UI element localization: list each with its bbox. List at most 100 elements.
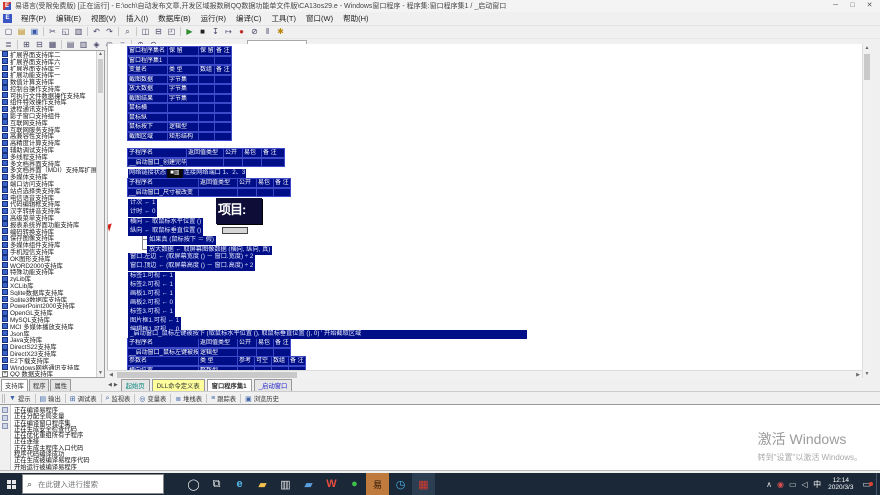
table-cell[interactable]: __启动窗口_创建完毕: [127, 158, 187, 168]
sidebar-item-library[interactable]: XCLib库: [0, 282, 104, 289]
wps-icon[interactable]: W: [320, 473, 343, 495]
scroll-down-icon[interactable]: ▼: [863, 370, 871, 378]
sidebar-item-library[interactable]: 互联网服务支持库: [0, 126, 104, 133]
bookmark-icon[interactable]: ◈: [90, 39, 103, 50]
sidebar-item-library[interactable]: Sqlite3数据库支持库: [0, 296, 104, 303]
minimize-button[interactable]: ─: [827, 0, 844, 11]
table-cell[interactable]: 返回值类型: [198, 338, 238, 348]
code-line[interactable]: 如果真 (鼠标按下 ＝ 假): [147, 236, 216, 245]
table-cell[interactable]: 备 注: [214, 65, 232, 75]
sidebar-item-library[interactable]: 扩展界面支持库二: [0, 51, 104, 58]
table-cell[interactable]: 保 留: [167, 46, 199, 56]
debug-button-堆栈表[interactable]: ≣堆栈表: [172, 394, 205, 403]
volume-icon[interactable]: ◁: [799, 480, 810, 489]
sidebar-item-library[interactable]: 多媒体支持库: [0, 173, 104, 180]
table-cell[interactable]: 类 型: [167, 65, 199, 75]
fold-icon[interactable]: ▤: [64, 39, 77, 50]
sidebar-item-library[interactable]: 数值计算支持库: [0, 78, 104, 85]
code-line[interactable]: 画板2.可视 ← 0: [128, 299, 175, 308]
table-cell[interactable]: 变量名: [127, 65, 168, 75]
sidebar-item-library[interactable]: Json库: [0, 330, 104, 337]
sidebar-item-library[interactable]: DirectX23支持库: [0, 350, 104, 357]
scrollbar-thumb[interactable]: [864, 54, 870, 80]
cut-icon[interactable]: ✂: [46, 26, 59, 37]
table-cell[interactable]: 易包: [256, 338, 274, 348]
task-view-icon[interactable]: ⧉: [205, 473, 228, 495]
code-table[interactable]: 子程序名返回值类型公开易包备 注 __启动窗口_创建完毕: [128, 149, 285, 168]
sidebar-item-library[interactable]: 多文档界面（MDI）支持库扩展: [0, 167, 104, 174]
sidebar-item-library[interactable]: zyLib库: [0, 275, 104, 282]
table-cell[interactable]: [186, 158, 224, 168]
sidebar-scrollbar[interactable]: ▲ ▼: [96, 51, 104, 377]
align-left-icon[interactable]: ≣: [2, 39, 15, 50]
menu-item[interactable]: 运行(R): [196, 13, 231, 24]
unfold-icon[interactable]: ▥: [77, 39, 90, 50]
sidebar-item-library[interactable]: 编码转换支持库: [0, 228, 104, 235]
table-cell[interactable]: 公开: [237, 178, 257, 188]
sidebar-item-library[interactable]: 扩展界面支持库六: [0, 58, 104, 65]
table-cell[interactable]: [214, 56, 232, 66]
table-cell[interactable]: 易包: [242, 148, 262, 158]
table-cell[interactable]: 备 注: [288, 356, 306, 366]
table-cell[interactable]: 参数名: [127, 356, 199, 366]
code-table[interactable]: 子程序名返回值类型公开易包备 注__启动窗口_尺寸被改变: [128, 179, 291, 198]
sidebar-item-library[interactable]: 扩展功能支持库一: [0, 71, 104, 78]
table-cell[interactable]: [242, 158, 262, 168]
table-cell[interactable]: 逻辑型: [167, 122, 199, 132]
debug-button-调试表[interactable]: ⊞调试表: [67, 394, 100, 403]
table-cell[interactable]: 易包: [256, 178, 274, 188]
table-cell[interactable]: 类 型: [198, 356, 238, 366]
table-cell[interactable]: 返回值类型: [186, 148, 224, 158]
table-insert-icon[interactable]: ⊞: [20, 39, 33, 50]
table-cell[interactable]: [198, 113, 215, 123]
table-cell[interactable]: 公开: [223, 148, 243, 158]
debug-button-浏览历史[interactable]: ▣浏览历史: [242, 394, 282, 403]
sidebar-item-library[interactable]: Java支持库: [0, 336, 104, 343]
table-cell[interactable]: [198, 132, 215, 142]
stop-icon[interactable]: ■: [196, 26, 209, 37]
sidebar-tab-属性[interactable]: 属性: [50, 379, 71, 391]
table-cell[interactable]: [198, 103, 215, 113]
table-cell[interactable]: [167, 113, 199, 123]
table-cell[interactable]: 备 注: [273, 178, 291, 188]
notification-center-icon[interactable]: ▭: [857, 479, 876, 490]
taskbar-clock[interactable]: 12:14 2020/3/3: [824, 477, 857, 492]
chevron-up-icon[interactable]: ∧: [764, 480, 775, 489]
green-app-icon[interactable]: ●: [343, 473, 366, 495]
sidebar-item-library[interactable]: Windows网络通讯支持库: [0, 364, 104, 371]
editor-vscrollbar[interactable]: ▲ ▼: [862, 44, 871, 378]
table-cell[interactable]: 备 注: [261, 148, 285, 158]
table-cell[interactable]: 窗口程序集1: [127, 56, 168, 66]
code-line[interactable]: 图片框1.可视 ← 1: [128, 317, 181, 326]
call-hint-line[interactable]: 网络链接状态 ■▥ 连接网络端口 1、2、3: [128, 169, 246, 178]
sidebar-item-library[interactable]: 高级菜单支持库: [0, 214, 104, 221]
sidebar-item-library[interactable]: 电信语音支持库: [0, 194, 104, 201]
table-cell[interactable]: 参考: [237, 356, 255, 366]
table-cell[interactable]: [167, 103, 199, 113]
code-line[interactable]: 计时 ← 0: [128, 208, 157, 217]
ime-indicator[interactable]: 中: [810, 479, 824, 490]
sidebar-item-library[interactable]: 端口访问支持库: [0, 180, 104, 187]
sidebar-item-library[interactable]: 组件特效操作支持库: [0, 99, 104, 106]
table-cell[interactable]: 子程序名: [127, 148, 187, 158]
run-icon[interactable]: ▶: [183, 26, 196, 37]
paste-icon[interactable]: ▥: [72, 26, 85, 37]
edge-icon[interactable]: e: [228, 473, 251, 495]
code-line[interactable]: 窗口.顶边 ← (取屏幕高度 () － 窗口.高度) ÷ 2: [128, 262, 255, 271]
sidebar-item-library[interactable]: 高精度计算支持库: [0, 139, 104, 146]
menu-item[interactable]: 帮助(H): [338, 13, 373, 24]
code-line[interactable]: 窗口.左边 ← (取屏幕宽度 () － 窗口.宽度) ÷ 2: [128, 253, 255, 262]
table-cell[interactable]: 字节集: [167, 94, 199, 104]
menu-item[interactable]: 程序(P): [16, 13, 51, 24]
sidebar-tab-程序[interactable]: 程序: [29, 379, 50, 391]
menu-item[interactable]: 工具(T): [266, 13, 301, 24]
menu-item[interactable]: 数据库(B): [153, 13, 196, 24]
table-cell[interactable]: 放大数据: [127, 84, 168, 94]
clock-app-icon[interactable]: ◷: [389, 473, 412, 495]
store-icon[interactable]: ▥: [274, 473, 297, 495]
sidebar-tab-支持库[interactable]: 支持库: [1, 379, 28, 391]
code-line[interactable]: 横向 ← 取鼠标水平位置 (): [128, 218, 203, 227]
table-cell[interactable]: 截图数据: [127, 75, 168, 85]
table-cell[interactable]: [198, 188, 238, 198]
table-cell[interactable]: [198, 84, 215, 94]
